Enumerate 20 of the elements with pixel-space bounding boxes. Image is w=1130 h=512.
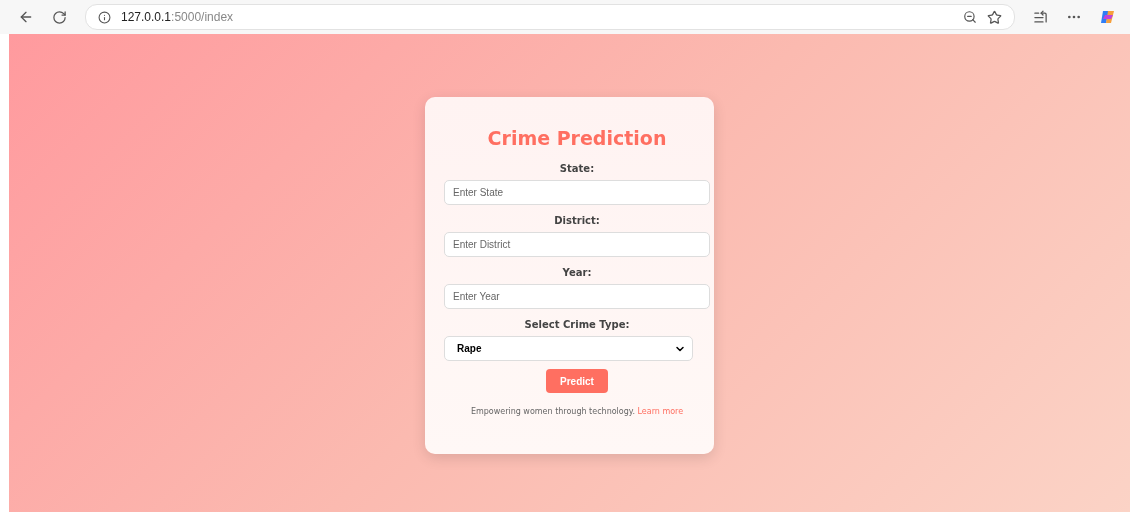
address-bar[interactable]: 127.0.0.1:5000/index <box>85 4 1015 30</box>
form-title: Crime Prediction <box>487 127 667 149</box>
url-path: :5000/index <box>171 10 234 24</box>
back-icon[interactable] <box>18 9 34 25</box>
input-field[interactable]: Enter District <box>444 232 710 257</box>
field-label: State: <box>559 163 595 174</box>
url-host: 127.0.0.1 <box>121 10 172 24</box>
input-field[interactable]: Enter State <box>444 180 710 205</box>
copilot-icon[interactable] <box>1100 9 1116 25</box>
reload-icon[interactable] <box>52 9 67 25</box>
field-label: Year: <box>562 267 592 278</box>
field-label: Select Crime Type: <box>524 319 630 330</box>
zoom-out-icon[interactable] <box>963 10 977 24</box>
info-icon[interactable] <box>98 10 111 24</box>
footer-text: Empowering women through technology. Learn more <box>470 407 684 416</box>
input-field[interactable]: Enter Year <box>444 284 710 309</box>
crime-type-select[interactable]: Rape <box>444 336 693 361</box>
field-label: District: <box>554 215 600 226</box>
favorites-list-icon[interactable] <box>1033 9 1048 25</box>
favorite-star-icon[interactable] <box>987 9 1002 25</box>
